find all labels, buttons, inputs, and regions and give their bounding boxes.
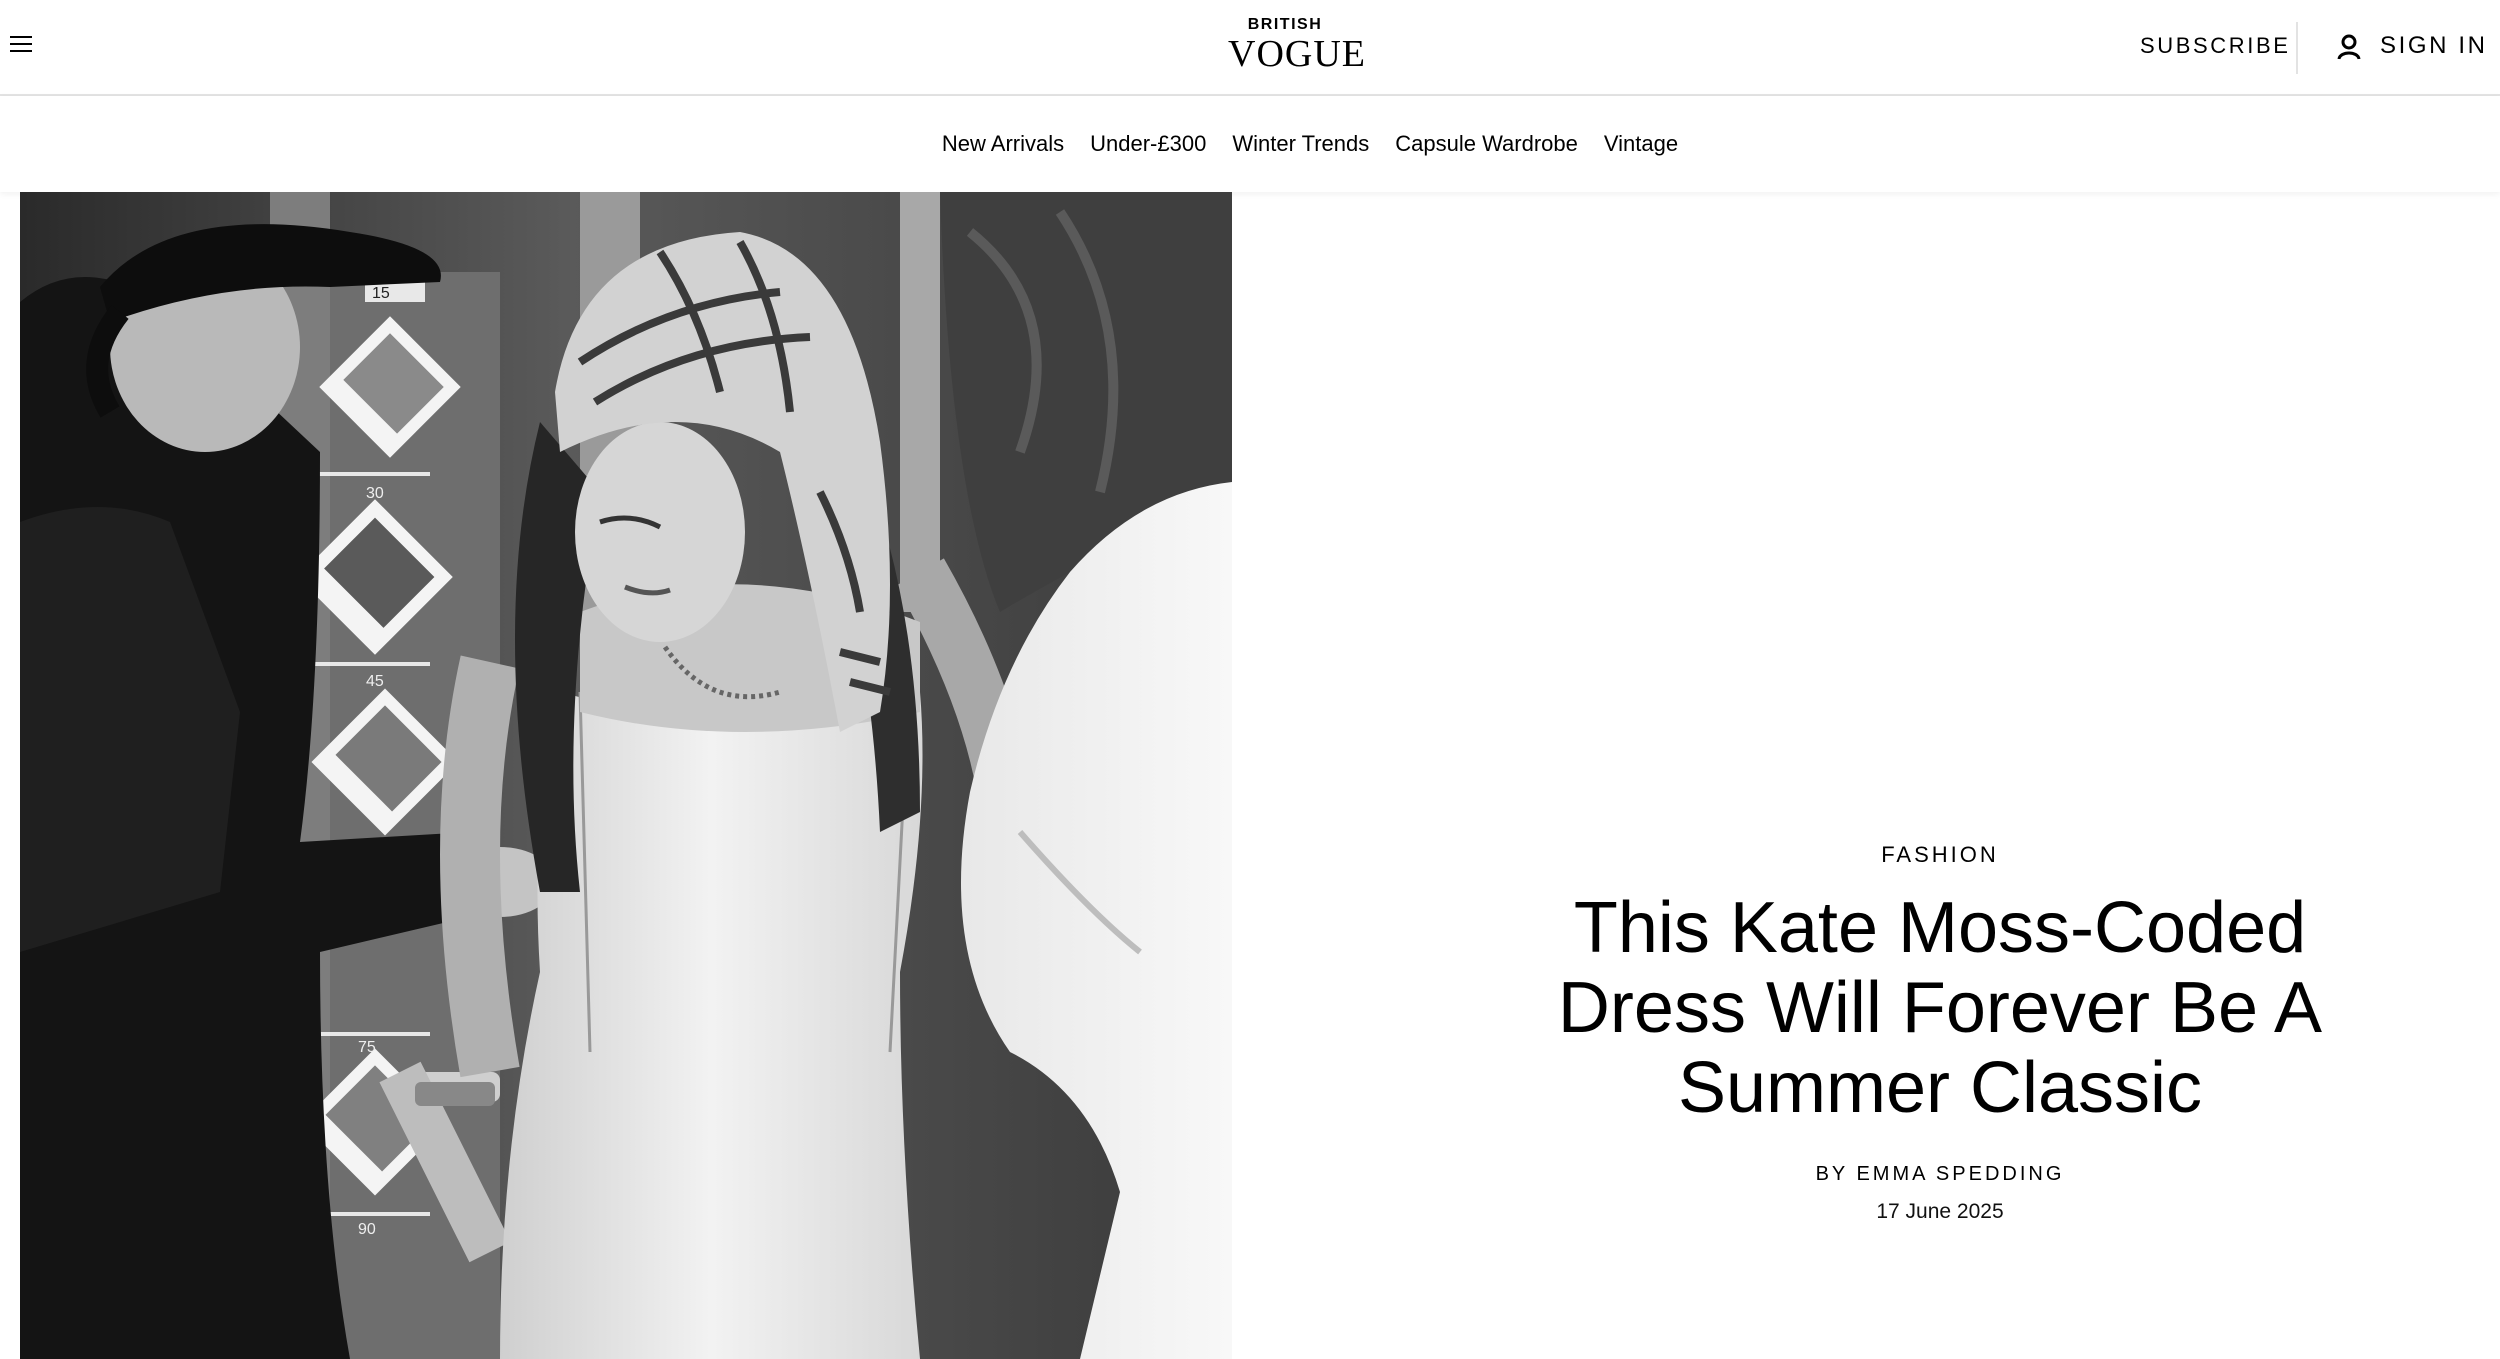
logo-wordmark: VOGUE xyxy=(1228,33,1366,75)
board-number-45: 45 xyxy=(366,673,384,690)
nav-item-winter-trends[interactable]: Winter Trends xyxy=(1232,131,1369,157)
subscribe-link[interactable]: SUBSCRIBE xyxy=(2140,32,2288,60)
sign-in-button[interactable]: SIGN IN xyxy=(2336,30,2485,62)
board-number-75: 75 xyxy=(358,1039,376,1056)
category-nav: New Arrivals Under-£300 Winter Trends Ca… xyxy=(0,96,2500,192)
author-link[interactable]: EMMA SPEDDING xyxy=(1856,1163,2064,1185)
publish-date: 17 June 2025 xyxy=(1876,1200,2004,1223)
header-divider xyxy=(2296,22,2298,74)
logo-subtitle: BRITISH xyxy=(1247,16,1323,33)
hamburger-menu-icon[interactable] xyxy=(10,36,32,54)
category-link[interactable]: FASHION xyxy=(1480,840,2400,870)
nav-item-under-300[interactable]: Under-£300 xyxy=(1090,131,1206,157)
sign-in-label: SIGN IN xyxy=(2380,32,2488,59)
nav-item-new-arrivals[interactable]: New Arrivals xyxy=(942,131,1064,157)
user-icon xyxy=(2337,34,2361,60)
article-headline: This Kate Moss-Coded Dress Will Forever … xyxy=(1557,888,2323,1128)
board-number-90: 90 xyxy=(358,1221,376,1238)
british-vogue-logo[interactable]: BRITISH VOGUE xyxy=(1228,16,1366,75)
board-number-30: 30 xyxy=(366,485,384,502)
article-header: FASHION This Kate Moss-Coded Dress Will … xyxy=(1480,840,2400,1226)
site-header: BRITISH VOGUE SUBSCRIBE SIGN IN xyxy=(0,0,2500,96)
byline-prefix: BY xyxy=(1815,1163,1857,1185)
nav-item-capsule-wardrobe[interactable]: Capsule Wardrobe xyxy=(1395,131,1578,157)
nav-item-vintage[interactable]: Vintage xyxy=(1604,131,1678,157)
hero-image: 15 30 45 75 90 xyxy=(20,192,1232,1359)
board-number-15: 15 xyxy=(372,285,390,302)
byline: BY EMMA SPEDDING xyxy=(1480,1160,2400,1188)
